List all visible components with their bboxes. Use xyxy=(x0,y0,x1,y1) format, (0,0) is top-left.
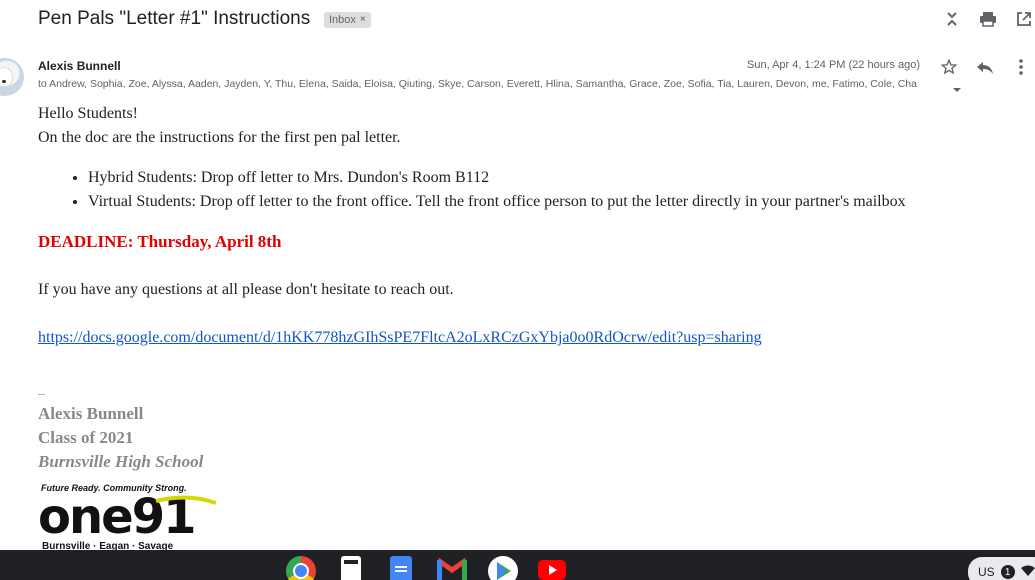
list-item: Virtual Students: Drop off letter to the… xyxy=(88,190,906,214)
system-tray[interactable]: US 1 xyxy=(968,557,1035,580)
subject-bar: Pen Pals "Letter #1" Instructions Inbox … xyxy=(0,0,1035,40)
inbox-label-text: Inbox xyxy=(329,14,356,26)
os-shelf xyxy=(0,550,1035,580)
print-icon[interactable] xyxy=(977,8,999,30)
signature-separator: -- xyxy=(38,389,45,400)
open-in-new-window-icon[interactable] xyxy=(1013,8,1035,30)
wifi-icon xyxy=(1020,565,1035,580)
youtube-icon[interactable] xyxy=(538,560,566,580)
play-store-icon[interactable] xyxy=(488,556,518,580)
message-body: Hello Students! On the doc are the instr… xyxy=(38,102,906,474)
instructions-list: Hybrid Students: Drop off letter to Mrs.… xyxy=(88,166,906,214)
inbox-label-chip[interactable]: Inbox × xyxy=(324,12,371,28)
list-item: Hybrid Students: Drop off letter to Mrs.… xyxy=(88,166,906,190)
signature-name: Alexis Bunnell xyxy=(38,404,144,423)
recipients-list: to Andrew, Sophia, Zoe, Alyssa, Aaden, J… xyxy=(38,78,917,90)
docs-icon[interactable] xyxy=(390,556,412,580)
gmail-icon[interactable] xyxy=(436,556,468,580)
signature-class: Class of 2021 xyxy=(38,428,134,447)
reply-icon[interactable] xyxy=(974,56,996,78)
show-details-caret-icon[interactable] xyxy=(952,80,964,92)
intro-text: On the doc are the instructions for the … xyxy=(38,129,401,146)
subject-actions xyxy=(941,8,1035,30)
chrome-icon[interactable] xyxy=(286,556,316,580)
message-timestamp: Sun, Apr 4, 1:24 PM (22 hours ago) xyxy=(747,59,921,71)
questions-text: If you have any questions at all please … xyxy=(38,281,454,298)
polar-bear-avatar-image xyxy=(0,68,12,86)
email-subject: Pen Pals "Letter #1" Instructions xyxy=(38,8,311,29)
more-vert-icon[interactable] xyxy=(1010,56,1032,78)
notification-badge: 1 xyxy=(1000,565,1015,579)
google-doc-link[interactable]: https://docs.google.com/document/d/1hKK7… xyxy=(38,326,906,350)
sender-name[interactable]: Alexis Bunnell xyxy=(38,59,121,73)
signature-school: Burnsville High School xyxy=(38,452,204,471)
remove-label-icon[interactable]: × xyxy=(360,12,366,28)
avatar-detail xyxy=(2,80,6,83)
greeting: Hello Students! xyxy=(38,105,138,122)
district-logo: Future Ready. Community Strong. one91 Bu… xyxy=(38,483,217,551)
star-icon[interactable] xyxy=(938,56,960,78)
deadline-text: DEADLINE: Thursday, April 8th xyxy=(38,232,282,251)
keyboard-locale: US xyxy=(978,565,995,579)
sender-avatar[interactable] xyxy=(0,58,24,96)
calculator-icon[interactable] xyxy=(341,556,361,580)
collapse-icon[interactable] xyxy=(941,8,963,30)
